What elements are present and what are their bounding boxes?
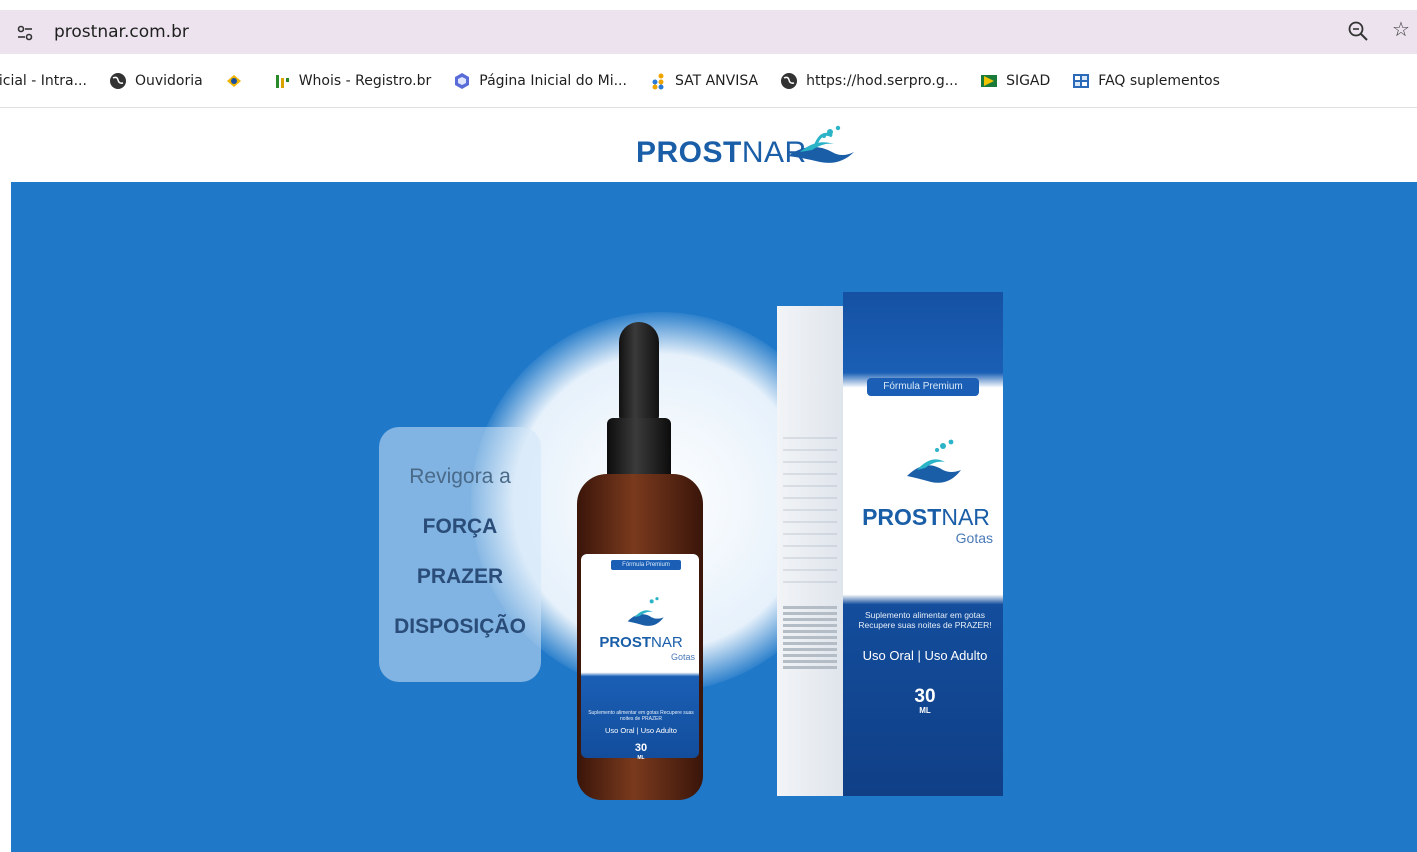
bottle-brand: PROSTNAR [599,634,683,651]
hero-banner: Revigora a FORÇA PRAZER DISPOSIÇÃO Fórmu… [11,182,1417,852]
zoom-out-icon[interactable] [1347,20,1369,42]
bookmark-serpro[interactable]: https://hod.serpro.g... [780,72,958,90]
gov-icon [225,72,243,90]
box-nutrition-table [777,306,843,796]
bottle-premium-badge: Fórmula Premium [611,560,681,570]
box-usage: Uso Oral | Uso Adulto [862,648,988,663]
bookmark-gov[interactable] [225,72,251,90]
box-splash-icon [907,439,961,483]
bottle-usage: Uso Oral | Uso Adulto [605,726,677,735]
box-subtitle: Gotas [955,530,993,546]
box-unit: ML [919,706,931,715]
bookmark-ouvidoria[interactable]: Ouvidoria [109,72,203,90]
table-icon [1072,72,1090,90]
tagline-forca: FORÇA [422,515,498,538]
product-bottle: Fórmula Premium PROSTNAR Gotas Suplement… [567,322,707,802]
tagline-intro: Revigora a [409,465,511,488]
tagline-prazer: PRAZER [416,565,504,588]
tagline-disposicao: DISPOSIÇÃO [394,615,526,638]
bookmark-label: https://hod.serpro.g... [806,73,959,89]
site-info-icon[interactable] [16,24,34,42]
box-premium-badge: Fórmula Premium [867,378,979,396]
bookmark-label: SIGAD [1006,73,1051,89]
bottle-subtitle: Gotas [670,652,695,662]
site-logo[interactable]: PROSTNAR [636,122,866,172]
bookmark-faq[interactable]: FAQ suplementos [1072,72,1220,90]
box-description: Suplemento alimentar em gotas Recupere s… [858,610,992,630]
dropper-bulb [619,322,659,422]
bottle-splash-icon [627,597,664,626]
bookmark-whois[interactable]: Whois - Registro.br [273,72,432,90]
logo-text: PROSTNAR [636,136,807,169]
colorful-hex-icon [453,72,471,90]
url-text[interactable]: prostnar.com.br [54,22,189,42]
bookmark-label: SAT ANVISA [674,73,759,89]
bookmarks-bar: nicial - Intra... Ouvidoria Whois - Regi… [0,62,1417,100]
bottle-volume: 30 [634,742,648,754]
bookmark-intranet[interactable]: nicial - Intra... [0,73,87,89]
bookmark-label: FAQ suplementos [1098,73,1220,89]
bottle-description: Suplemento alimentar em gotas Recupere s… [588,710,694,722]
box-volume: 30 [914,686,936,707]
product-box: Fórmula Premium PROSTNAR Gotas Suplement… [777,292,1003,802]
globe-icon [109,72,127,90]
address-bar[interactable]: prostnar.com.br ☆ [0,10,1417,54]
site-header: PROSTNAR [0,108,1417,182]
bookmark-pagina-inicial[interactable]: Página Inicial do Mi... [453,72,627,90]
bookmark-label: nicial - Intra... [0,73,87,89]
bookmark-sigad[interactable]: SIGAD [980,72,1050,90]
box-brand: PROSTNAR [862,504,990,530]
bookmark-label: Whois - Registro.br [298,73,432,89]
arrow-icon [980,72,998,90]
bookmark-label: Página Inicial do Mi... [479,73,627,89]
splash-logo-icon [788,125,854,163]
dots-icon [649,72,667,90]
bookmark-sat-anvisa[interactable]: SAT ANVISA [649,72,758,90]
tagline-card: Revigora a FORÇA PRAZER DISPOSIÇÃO [379,427,541,682]
bookmark-label: Ouvidoria [134,73,203,89]
bottle-unit: ML [637,755,645,761]
browser-chrome: prostnar.com.br ☆ nicial - Intra... Ouvi… [0,0,1417,108]
bookmark-star-icon[interactable]: ☆ [1392,19,1414,41]
globe-icon [780,72,798,90]
dropper-collar [607,418,671,480]
registrobr-icon [273,72,291,90]
